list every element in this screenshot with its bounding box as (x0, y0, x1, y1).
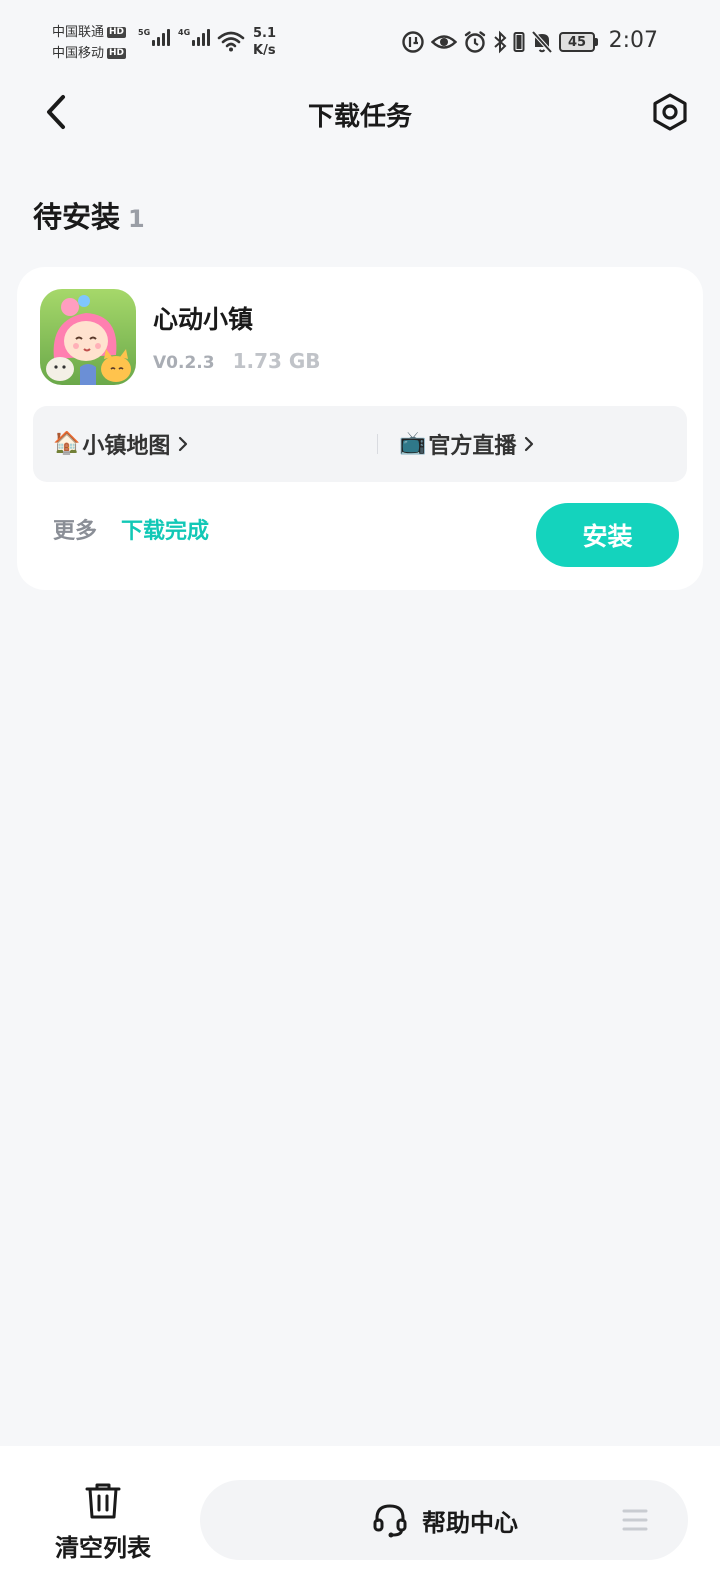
status-bar: 中国联通 HD 中国移动 HD 5G 4G 5.1 K/s 45 2:07 (0, 0, 720, 86)
bottom-bar: 清空列表 帮助中心 (0, 1446, 720, 1592)
links-divider (377, 434, 378, 454)
app-icon[interactable] (40, 289, 136, 385)
quick-links-bar: 🏠 小镇地图 📺 官方直播 (33, 406, 687, 482)
chevron-right-icon (179, 436, 188, 452)
official-live-link[interactable]: 📺 官方直播 (399, 406, 534, 482)
header: 下载任务 (0, 86, 720, 140)
section-count: 1 (128, 205, 145, 233)
clear-list-label: 清空列表 (55, 1534, 151, 1562)
data-saver-icon (402, 31, 424, 53)
app-size: 1.73 GB (232, 349, 321, 373)
carrier-1-label: 中国联通 (52, 25, 105, 40)
menu-icon[interactable] (622, 1508, 648, 1532)
app-meta: V0.2.3 1.73 GB (153, 349, 321, 373)
official-live-label: 官方直播 (428, 434, 517, 459)
clock: 2:07 (608, 28, 658, 53)
app-version: V0.2.3 (153, 353, 215, 373)
more-button[interactable]: 更多 (53, 513, 97, 545)
help-center-label: 帮助中心 (422, 1508, 518, 1537)
chevron-right-icon (525, 436, 534, 452)
eye-icon (431, 35, 457, 49)
tv-icon: 📺 (399, 431, 427, 456)
signal-1-icon: 5G (138, 28, 171, 46)
carrier-info: 中国联通 HD 中国移动 HD (52, 22, 127, 64)
signal-2-tag: 4G (178, 28, 191, 37)
hd-badge-2: HD (107, 48, 127, 59)
settings-icon (653, 93, 687, 131)
vibrate-battery-icon (513, 32, 525, 52)
alarm-icon (464, 31, 486, 53)
bluetooth-icon (494, 30, 507, 54)
hd-badge-1: HD (107, 27, 127, 38)
section-title: 待安装 1 (33, 194, 145, 236)
net-speed-value: 5.1 (253, 26, 277, 41)
town-map-link[interactable]: 🏠 小镇地图 (53, 406, 188, 482)
page-title: 下载任务 (307, 102, 412, 132)
battery-icon: 45 (559, 32, 598, 52)
install-button[interactable]: 安装 (536, 503, 679, 567)
trash-icon (85, 1483, 121, 1519)
town-map-label: 小镇地图 (82, 434, 171, 459)
help-center: 帮助中心 (372, 1480, 518, 1560)
app-name: 心动小镇 (153, 305, 254, 334)
help-center-button[interactable]: 帮助中心 (200, 1480, 688, 1560)
settings-button[interactable] (648, 90, 692, 134)
signal-1-tag: 5G (138, 28, 151, 37)
status-icons: 45 (401, 30, 598, 54)
home-icon: 🏠 (53, 431, 81, 456)
headset-icon (373, 1504, 407, 1538)
clear-list-button[interactable]: 清空列表 (50, 1482, 156, 1563)
mute-bell-icon (531, 30, 553, 54)
carrier-2-label: 中国移动 (52, 46, 105, 61)
net-speed-unit: K/s (253, 43, 276, 58)
wifi-icon (217, 30, 245, 56)
download-status: 下载完成 (121, 519, 210, 544)
battery-level: 45 (559, 32, 595, 52)
net-speed: 5.1 K/s (253, 25, 276, 59)
section-label: 待安装 (33, 200, 121, 234)
signal-2-icon: 4G (178, 28, 211, 46)
download-item-card: 心动小镇 V0.2.3 1.73 GB 🏠 小镇地图 📺 官方直播 更多 下载完… (17, 267, 703, 590)
